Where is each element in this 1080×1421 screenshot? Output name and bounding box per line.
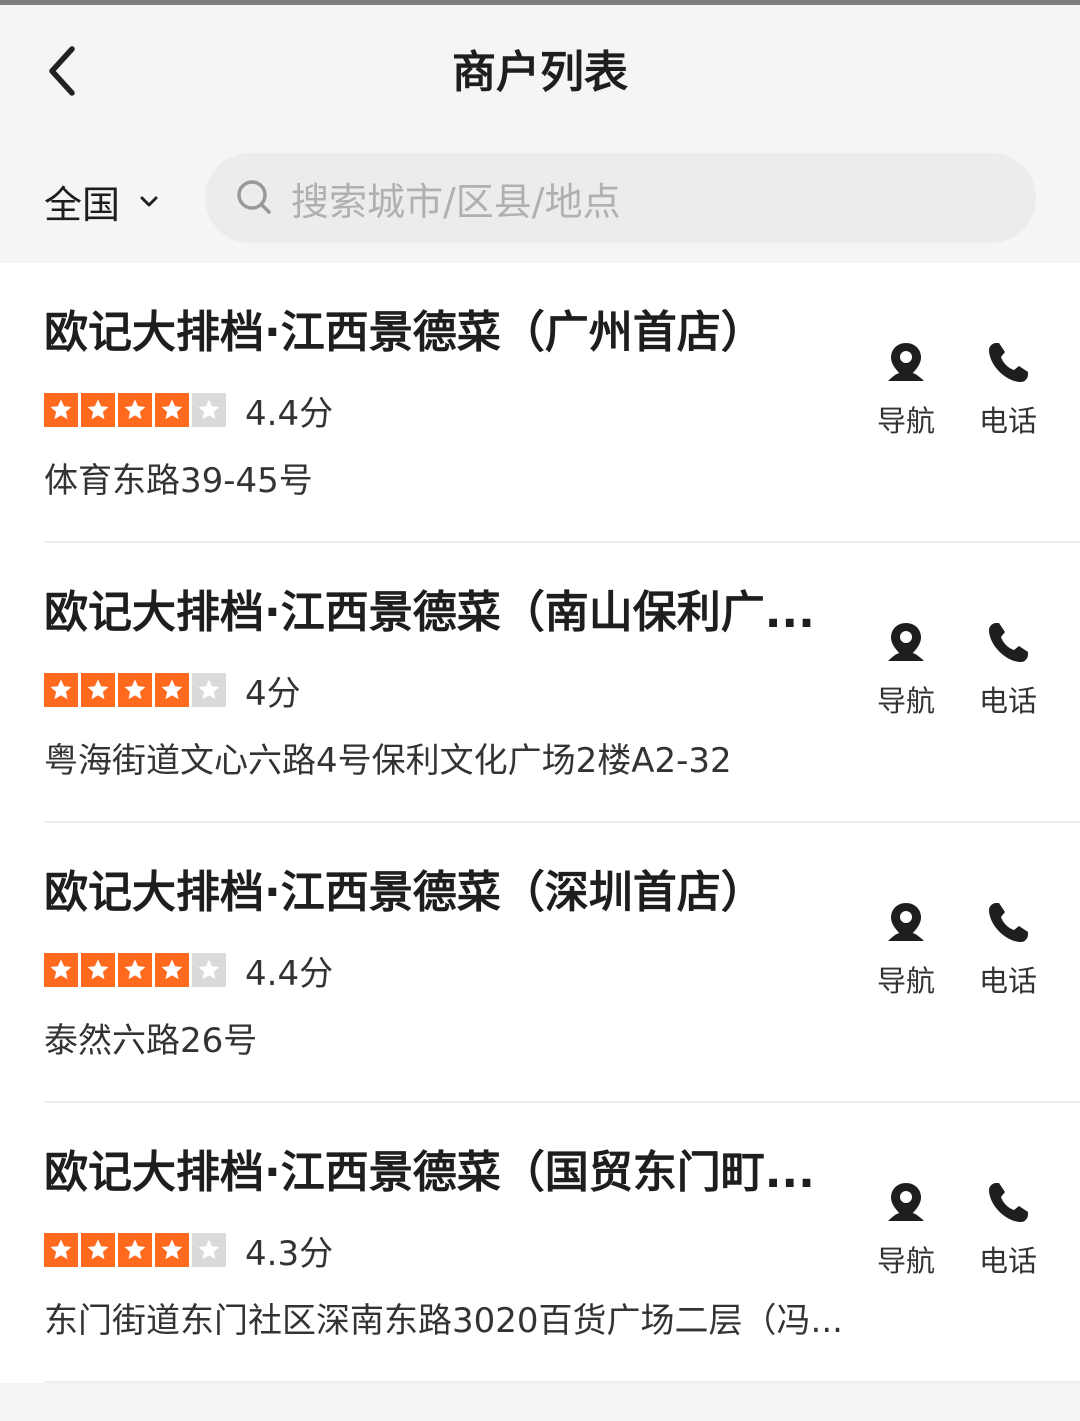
region-selector[interactable]: 全国 xyxy=(44,173,160,229)
header: 商户列表 全国 搜索城市/区县/地点 xyxy=(0,5,1080,263)
rating: 4.4分 xyxy=(44,950,333,994)
rating: 4分 xyxy=(44,670,301,714)
merchant-name: 欧记大排档·江西景德菜（广州首店） xyxy=(44,307,765,358)
phone-icon xyxy=(989,903,1028,942)
merchant-address: 粤海街道文心六路4号保利文化广场2楼A2-32 xyxy=(44,741,732,781)
search-icon xyxy=(237,180,271,214)
star-filled-icon xyxy=(118,393,152,427)
star-glyph-icon xyxy=(50,959,72,980)
navigation-pin-icon xyxy=(888,903,924,941)
star-filled-icon xyxy=(44,393,78,427)
rating-score: 4.4分 xyxy=(245,953,334,994)
star-filled-icon xyxy=(155,1233,189,1267)
star-glyph-icon xyxy=(124,1239,146,1260)
star-empty-icon xyxy=(192,953,226,987)
star-filled-icon xyxy=(155,953,189,987)
chevron-down-icon xyxy=(140,196,158,207)
phone-icon xyxy=(989,343,1028,382)
merchant-address: 东门街道东门社区深南东路3020百货广场二层（冯... xyxy=(44,1301,843,1341)
merchant-row[interactable]: 欧记大排档·江西景德菜（国贸东门町... 4.3分东门街道东门社区深南东路3020… xyxy=(0,1103,1080,1383)
star-glyph-icon xyxy=(87,959,109,980)
navigate-button[interactable]: 导航 xyxy=(866,1179,946,1279)
call-label: 电话 xyxy=(978,1244,1037,1278)
phone-icon xyxy=(989,1183,1028,1222)
merchant-address: 体育东路39-45号 xyxy=(44,461,313,501)
merchant-name: 欧记大排档·江西景德菜（南山保利广... xyxy=(44,587,815,638)
star-filled-icon xyxy=(44,953,78,987)
star-filled-icon xyxy=(44,673,78,707)
star-filled-icon xyxy=(118,953,152,987)
star-empty-icon xyxy=(192,673,226,707)
star-filled-icon xyxy=(155,393,189,427)
rating-stars xyxy=(44,1233,229,1267)
star-filled-icon xyxy=(81,953,115,987)
rating: 4.4分 xyxy=(44,390,333,434)
star-filled-icon xyxy=(81,673,115,707)
rating-stars xyxy=(44,953,229,987)
star-glyph-icon xyxy=(124,679,146,700)
rating-score: 4分 xyxy=(245,673,301,714)
navigation-pin-icon xyxy=(888,1183,924,1221)
navigate-button[interactable]: 导航 xyxy=(866,339,946,439)
merchant-name: 欧记大排档·江西景德菜（深圳首店） xyxy=(44,867,765,918)
call-label: 电话 xyxy=(978,964,1037,998)
rating-stars xyxy=(44,673,229,707)
search-input[interactable]: 搜索城市/区县/地点 xyxy=(205,153,1036,243)
phone-icon xyxy=(989,623,1028,662)
star-glyph-icon xyxy=(124,399,146,420)
star-filled-icon xyxy=(118,1233,152,1267)
star-empty-icon xyxy=(192,1233,226,1267)
star-glyph-icon xyxy=(161,679,183,700)
navigate-button[interactable]: 导航 xyxy=(866,899,946,999)
merchant-address: 泰然六路26号 xyxy=(44,1021,258,1061)
star-glyph-icon xyxy=(87,1239,109,1260)
rating-stars xyxy=(44,393,229,427)
call-button[interactable]: 电话 xyxy=(968,899,1048,999)
star-glyph-icon xyxy=(87,679,109,700)
star-glyph-icon xyxy=(124,959,146,980)
star-filled-icon xyxy=(118,673,152,707)
navigation-pin-icon xyxy=(888,623,924,661)
page-title: 商户列表 xyxy=(452,47,628,98)
region-label: 全国 xyxy=(44,182,121,227)
navigate-button[interactable]: 导航 xyxy=(866,619,946,719)
star-glyph-icon xyxy=(161,959,183,980)
star-glyph-icon xyxy=(198,399,220,420)
merchant-list: 欧记大排档·江西景德菜（广州首店） 4.4分 体育东路39-45号 导航 电话 欧记大排档… xyxy=(0,263,1080,1383)
rating-score: 4.3分 xyxy=(245,1233,334,1274)
star-glyph-icon xyxy=(50,1239,72,1260)
merchant-row[interactable]: 欧记大排档·江西景德菜（南山保利广... 4分粤海街道文心六路4号保利文化广场2楼… xyxy=(0,543,1080,823)
star-filled-icon xyxy=(155,673,189,707)
star-filled-icon xyxy=(81,393,115,427)
star-filled-icon xyxy=(44,1233,78,1267)
call-button[interactable]: 电话 xyxy=(968,1179,1048,1279)
navigation-pin-icon xyxy=(888,343,924,381)
call-button[interactable]: 电话 xyxy=(968,339,1048,439)
rating-score: 4.4分 xyxy=(245,393,334,434)
call-button[interactable]: 电话 xyxy=(968,619,1048,719)
navigate-label: 导航 xyxy=(876,684,935,718)
navigate-label: 导航 xyxy=(876,1244,935,1278)
star-glyph-icon xyxy=(161,399,183,420)
merchant-row[interactable]: 欧记大排档·江西景德菜（深圳首店） 4.4分泰然六路26号 导航 电话 xyxy=(0,823,1080,1103)
star-empty-icon xyxy=(192,393,226,427)
star-glyph-icon xyxy=(198,959,220,980)
star-glyph-icon xyxy=(198,1239,220,1260)
call-label: 电话 xyxy=(978,404,1037,438)
star-filled-icon xyxy=(81,1233,115,1267)
rating: 4.3分 xyxy=(44,1230,333,1274)
star-glyph-icon xyxy=(87,399,109,420)
navigate-label: 导航 xyxy=(876,964,935,998)
merchant-name: 欧记大排档·江西景德菜（国贸东门町... xyxy=(44,1147,815,1198)
star-glyph-icon xyxy=(50,399,72,420)
navigate-label: 导航 xyxy=(876,404,935,438)
merchant-row[interactable]: 欧记大排档·江西景德菜（广州首店） 4.4分体育东路39-45号 导航 电话 xyxy=(0,263,1080,543)
call-label: 电话 xyxy=(978,684,1037,718)
star-glyph-icon xyxy=(50,679,72,700)
star-glyph-icon xyxy=(198,679,220,700)
star-glyph-icon xyxy=(161,1239,183,1260)
search-placeholder: 搜索城市/区县/地点 xyxy=(291,179,621,224)
list-bottom-spacer xyxy=(0,1383,1080,1421)
